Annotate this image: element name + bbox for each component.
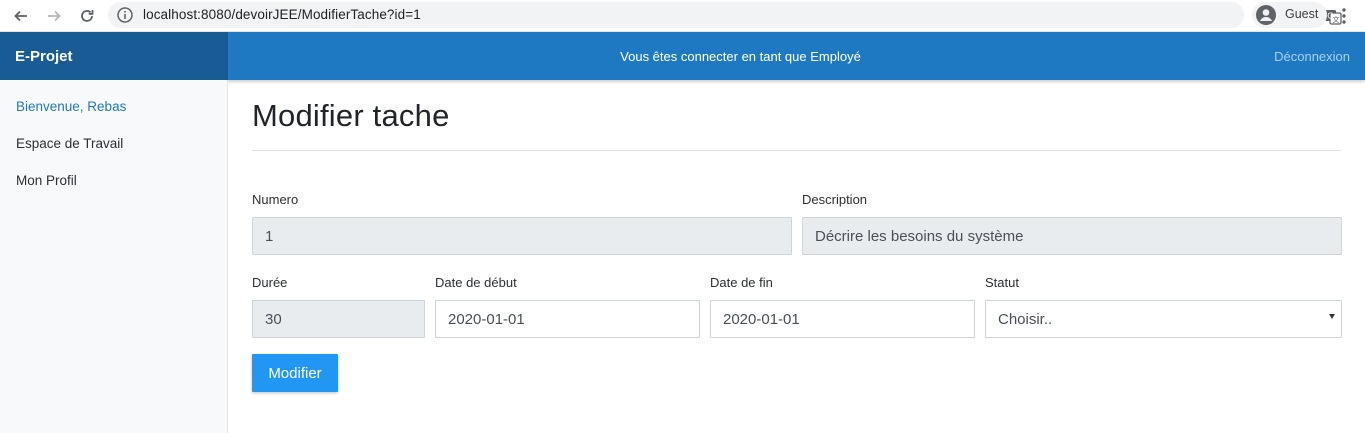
date-fin-field[interactable] (710, 300, 975, 338)
reload-button[interactable] (74, 3, 100, 29)
menu-kebab-icon[interactable] (1336, 5, 1352, 27)
statut-select[interactable]: Choisir.. (985, 300, 1342, 338)
brand-logo[interactable]: E-Projet (0, 32, 228, 80)
user-role-message: Vous êtes connecter en tant que Employé (620, 49, 861, 64)
info-icon[interactable] (116, 6, 134, 24)
sidebar-item-workspace[interactable]: Espace de Travail (16, 136, 123, 151)
description-label: Description (802, 192, 868, 207)
title-divider (252, 150, 1341, 151)
date-fin-label: Date de fin (710, 275, 773, 290)
statut-select-wrapper: Choisir.. (985, 300, 1342, 338)
app-header: E-Projet Vous êtes connecter en tant que… (0, 32, 1365, 80)
sidebar-item-welcome[interactable]: Bienvenue, Rebas (16, 99, 126, 114)
back-button[interactable] (8, 3, 34, 29)
modifier-button[interactable]: Modifier (252, 354, 338, 392)
profile-label: Guest (1285, 7, 1319, 21)
sidebar: Bienvenue, Rebas Espace de Travail Mon P… (0, 80, 228, 433)
forward-button[interactable] (41, 3, 67, 29)
numero-field[interactable] (252, 217, 792, 255)
duree-field[interactable] (252, 300, 425, 338)
profile-button[interactable]: Guest (1252, 2, 1327, 28)
address-bar[interactable]: localhost:8080/devoirJEE/ModifierTache?i… (108, 2, 1342, 28)
sidebar-item-profile[interactable]: Mon Profil (16, 173, 77, 188)
duree-label: Durée (252, 275, 288, 290)
reload-icon (81, 10, 94, 22)
arrow-left-icon (14, 10, 27, 22)
logout-link[interactable]: Déconnexion (1274, 49, 1350, 64)
numero-label: Numero (252, 192, 299, 207)
statut-label: Statut (985, 275, 1019, 290)
chevron-down-icon (1329, 314, 1335, 319)
url-text: localhost:8080/devoirJEE/ModifierTache?i… (143, 7, 421, 22)
date-debut-label: Date de début (435, 275, 517, 290)
page-title: Modifier tache (252, 98, 450, 133)
arrow-right-icon (48, 10, 61, 22)
avatar-icon (1256, 5, 1276, 25)
date-debut-field[interactable] (435, 300, 700, 338)
description-field[interactable] (802, 217, 1342, 255)
browser-toolbar: localhost:8080/devoirJEE/ModifierTache?i… (0, 0, 1365, 32)
